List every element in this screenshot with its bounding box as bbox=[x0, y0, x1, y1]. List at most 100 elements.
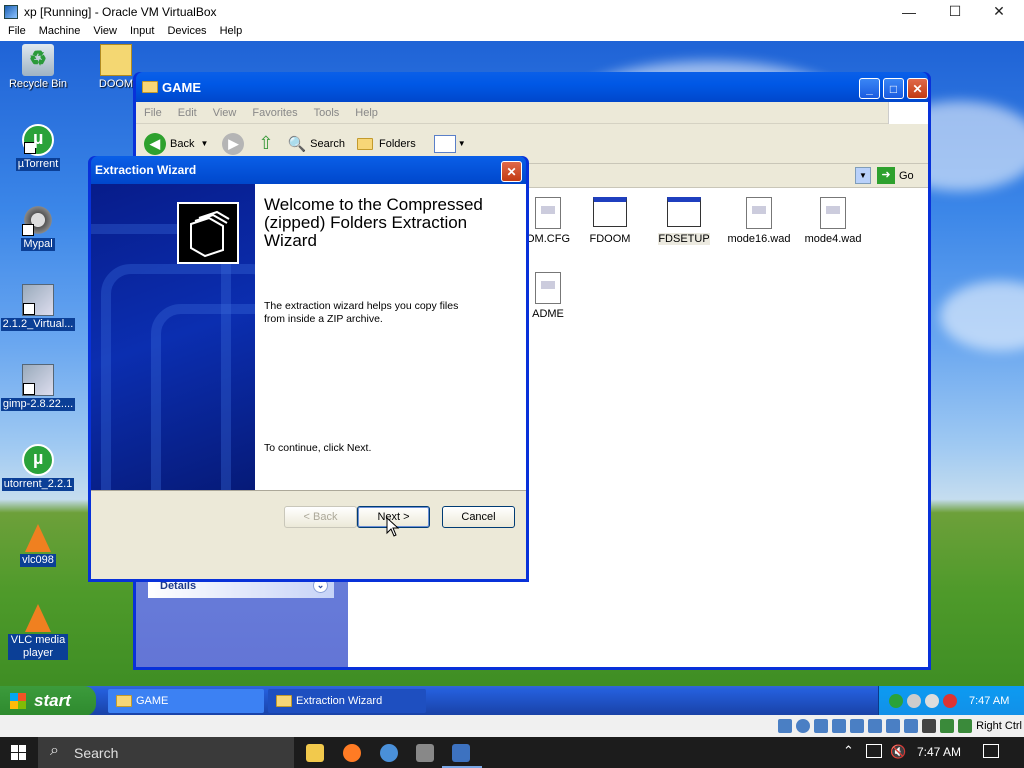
close-icon[interactable]: ✕ bbox=[501, 161, 522, 182]
menu-machine[interactable]: Machine bbox=[31, 23, 86, 41]
usb-icon[interactable] bbox=[850, 719, 865, 733]
optical-drive-icon[interactable] bbox=[796, 719, 811, 733]
menu-file[interactable]: File bbox=[136, 107, 170, 119]
host-title-bar: xp [Running] - Oracle VM VirtualBox — ☐ … bbox=[0, 0, 1024, 23]
notification-icon[interactable] bbox=[983, 744, 999, 758]
tray-icon[interactable] bbox=[907, 694, 921, 708]
installer-icon bbox=[22, 284, 54, 316]
cube-app-icon[interactable] bbox=[416, 744, 434, 762]
volume-muted-icon[interactable]: 🔇 bbox=[890, 744, 906, 760]
menu-view[interactable]: View bbox=[85, 23, 122, 41]
utorrent-icon bbox=[22, 124, 54, 156]
wizard-title-bar[interactable]: Extraction Wizard ✕ bbox=[91, 156, 526, 184]
vm-screen[interactable]: ♻ Recycle Bin DOOM µTorrent Mypal 2.1.2_… bbox=[0, 41, 1024, 715]
desktop-icon-vlc098[interactable]: vlc098 bbox=[0, 524, 78, 567]
up-folder-icon[interactable]: ⇧ bbox=[258, 133, 273, 154]
cpu-icon[interactable] bbox=[922, 719, 937, 733]
folder-icon bbox=[276, 695, 292, 707]
back-button[interactable]: Back bbox=[170, 138, 194, 150]
minimize-icon[interactable]: _ bbox=[859, 78, 880, 99]
vbox-status-bar: Right Ctrl bbox=[0, 715, 1024, 737]
desktop-icon-utorrent[interactable]: µTorrent bbox=[0, 124, 78, 171]
explorer-title-bar[interactable]: GAME _ □ ✕ bbox=[136, 72, 928, 102]
forward-arrow-icon[interactable]: ▶ bbox=[222, 132, 245, 155]
views-icon[interactable] bbox=[433, 134, 456, 153]
tray-icon[interactable] bbox=[925, 694, 939, 708]
menu-devices[interactable]: Devices bbox=[159, 23, 211, 41]
firefox-icon[interactable] bbox=[343, 744, 361, 762]
go-arrow-icon[interactable]: ➜ bbox=[877, 167, 895, 184]
back-arrow-icon[interactable]: ◀ bbox=[144, 132, 166, 155]
menu-input[interactable]: Input bbox=[122, 23, 159, 41]
desktop-icon-virtualbox-installer[interactable]: 2.1.2_Virtual... bbox=[0, 284, 78, 331]
go-button[interactable]: Go bbox=[899, 170, 914, 182]
vlc-cone-icon bbox=[25, 524, 51, 552]
menu-help[interactable]: Help bbox=[212, 23, 248, 41]
folder-icon bbox=[116, 695, 132, 707]
windows-start-icon[interactable] bbox=[11, 745, 26, 760]
security-tray-icon[interactable] bbox=[943, 694, 957, 708]
menu-help[interactable]: Help bbox=[347, 107, 386, 119]
virtualbox-taskbar-icon[interactable] bbox=[452, 744, 470, 762]
display-icon[interactable] bbox=[886, 719, 901, 733]
file-item[interactable]: FDOOM bbox=[570, 197, 650, 245]
desktop-icon-gimp-installer[interactable]: gimp-2.8.22.... bbox=[0, 364, 78, 411]
menu-edit[interactable]: Edit bbox=[170, 107, 205, 119]
taskbar-button-game[interactable]: GAME bbox=[108, 689, 264, 713]
chevron-up-icon[interactable]: ⌃ bbox=[843, 743, 854, 759]
cancel-button[interactable]: Cancel bbox=[442, 506, 515, 528]
taskbar-search-box[interactable]: ⌕ Search bbox=[38, 737, 294, 768]
hard-disk-icon[interactable] bbox=[778, 719, 793, 733]
keyboard-icon[interactable] bbox=[958, 719, 973, 733]
installer-icon bbox=[22, 364, 54, 396]
file-icon bbox=[535, 272, 561, 304]
host-menu-bar: File Machine View Input Devices Help bbox=[0, 23, 1024, 41]
minimize-button[interactable]: — bbox=[886, 0, 932, 23]
maximize-button[interactable]: ☐ bbox=[932, 0, 978, 23]
application-icon bbox=[667, 197, 701, 227]
desktop-icon-utorrent-installer[interactable]: utorrent_2.2.1 bbox=[0, 444, 78, 491]
back-button[interactable]: < Back bbox=[284, 506, 357, 528]
close-icon[interactable]: ✕ bbox=[907, 78, 928, 99]
host-window-title: xp [Running] - Oracle VM VirtualBox bbox=[24, 4, 217, 19]
utorrent-icon bbox=[22, 444, 54, 476]
search-button[interactable]: Search bbox=[310, 138, 345, 150]
mouse-integration-icon[interactable] bbox=[940, 719, 955, 733]
shared-folders-icon[interactable] bbox=[868, 719, 883, 733]
close-button[interactable]: ✕ bbox=[976, 0, 1022, 23]
desktop-icon-recycle-bin[interactable]: ♻ Recycle Bin bbox=[0, 44, 78, 91]
host-clock[interactable]: 7:47 AM bbox=[917, 745, 961, 759]
utorrent-tray-icon[interactable] bbox=[889, 694, 903, 708]
extraction-wizard-dialog[interactable]: Extraction Wizard ✕ Welcome to the Compr… bbox=[88, 156, 529, 582]
file-item[interactable]: FDSETUP bbox=[644, 197, 724, 245]
menu-favorites[interactable]: Favorites bbox=[244, 107, 305, 119]
wizard-title: Extraction Wizard bbox=[95, 163, 197, 177]
maximize-icon[interactable]: □ bbox=[883, 78, 904, 99]
file-icon bbox=[820, 197, 846, 229]
views-dropdown-icon[interactable]: ▼ bbox=[458, 139, 466, 148]
taskbar-button-extraction-wizard[interactable]: Extraction Wizard bbox=[268, 689, 426, 713]
menu-view[interactable]: View bbox=[205, 107, 245, 119]
desktop-icon-mypal[interactable]: Mypal bbox=[0, 204, 78, 251]
recording-icon[interactable] bbox=[904, 719, 919, 733]
chrome-icon[interactable] bbox=[380, 744, 398, 762]
zip-folder-icon bbox=[100, 44, 132, 76]
xp-clock[interactable]: 7:47 AM bbox=[969, 695, 1009, 707]
wizard-continue-text: To continue, click Next. bbox=[264, 442, 372, 454]
folders-button[interactable]: Folders bbox=[379, 138, 416, 150]
wizard-description: The extraction wizard helps you copy fil… bbox=[264, 300, 459, 325]
address-dropdown-icon[interactable]: ▼ bbox=[855, 167, 871, 184]
audio-icon[interactable] bbox=[814, 719, 829, 733]
network-icon[interactable] bbox=[866, 744, 882, 758]
back-dropdown-icon[interactable]: ▼ bbox=[200, 139, 208, 148]
file-explorer-icon[interactable] bbox=[306, 744, 324, 762]
menu-file[interactable]: File bbox=[0, 23, 31, 41]
file-item[interactable]: mode16.wad bbox=[719, 197, 799, 245]
network-icon[interactable] bbox=[832, 719, 847, 733]
file-icon bbox=[746, 197, 772, 229]
start-button[interactable]: start bbox=[0, 686, 96, 715]
file-icon bbox=[535, 197, 561, 229]
file-item[interactable]: mode4.wad bbox=[793, 197, 873, 245]
menu-tools[interactable]: Tools bbox=[306, 107, 348, 119]
desktop-icon-vlc-media-player[interactable]: VLC media player bbox=[0, 604, 78, 660]
